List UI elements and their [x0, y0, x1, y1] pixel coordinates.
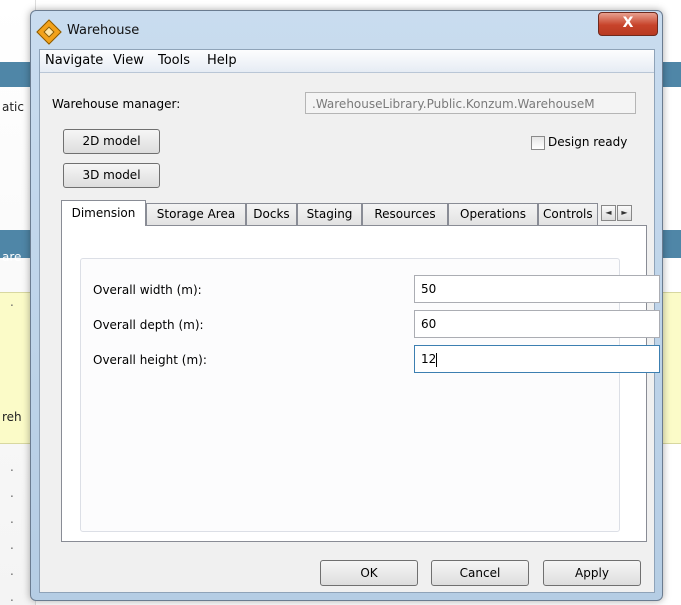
- warehouse-manager-field[interactable]: .WarehouseLibrary.Public.Konzum.Warehous…: [305, 92, 636, 114]
- 2d-model-button[interactable]: 2D model: [63, 129, 160, 154]
- tab-scroll-left-button[interactable]: ◄: [601, 205, 616, 221]
- tab-docks[interactable]: Docks: [246, 203, 297, 225]
- warehouse-app-icon: [36, 19, 62, 45]
- menu-tools[interactable]: Tools: [158, 53, 190, 68]
- dimension-tab-panel: Overall width (m): 50 Overall depth (m):…: [61, 225, 660, 542]
- window-title: Warehouse: [67, 23, 140, 38]
- background-dot: .: [10, 564, 14, 578]
- warehouse-dialog: Warehouse X Navigate View Tools Help War…: [30, 10, 663, 601]
- ok-button[interactable]: OK: [320, 560, 418, 586]
- text-caret: [436, 352, 438, 367]
- tab-controls[interactable]: Controls: [538, 203, 598, 225]
- cancel-button[interactable]: Cancel: [431, 560, 529, 586]
- menu-view[interactable]: View: [113, 53, 144, 68]
- title-bar[interactable]: Warehouse X: [31, 11, 662, 49]
- warehouse-manager-label: Warehouse manager:: [52, 97, 181, 111]
- apply-button[interactable]: Apply: [543, 560, 641, 586]
- tab-operations[interactable]: Operations: [448, 203, 538, 225]
- overall-height-label: Overall height (m):: [93, 353, 207, 367]
- background-text-fragment: atic: [2, 100, 24, 114]
- overall-depth-label: Overall depth (m):: [93, 318, 204, 332]
- design-ready-checkbox[interactable]: [531, 136, 545, 150]
- background-text-fragment: are: [2, 250, 22, 264]
- overall-depth-input[interactable]: 60: [414, 310, 660, 338]
- background-dot: .: [10, 590, 14, 604]
- overall-width-input[interactable]: 50: [414, 275, 660, 303]
- dimension-group-box: Overall width (m): 50 Overall depth (m):…: [80, 258, 660, 532]
- background-dot: .: [10, 460, 14, 474]
- dialog-client-area: Navigate View Tools Help Warehouse manag…: [39, 49, 660, 593]
- background-dot: .: [10, 512, 14, 526]
- menu-bar: Navigate View Tools Help: [40, 50, 654, 73]
- background-dot: .: [10, 538, 14, 552]
- background-dot: .: [10, 295, 14, 309]
- tab-resources[interactable]: Resources: [362, 203, 448, 225]
- tab-storage-area[interactable]: Storage Area: [146, 203, 246, 225]
- menu-navigate[interactable]: Navigate: [45, 53, 103, 68]
- background-dot: .: [10, 486, 14, 500]
- tab-scroll-right-button[interactable]: ►: [617, 205, 632, 221]
- design-ready-label: Design ready: [548, 135, 628, 149]
- overall-width-label: Overall width (m):: [93, 283, 202, 297]
- overall-height-input[interactable]: 12: [414, 345, 660, 373]
- menu-help[interactable]: Help: [207, 53, 237, 68]
- close-button[interactable]: X: [598, 12, 658, 36]
- tab-staging[interactable]: Staging: [297, 203, 362, 225]
- 3d-model-button[interactable]: 3D model: [63, 163, 160, 188]
- tab-dimension[interactable]: Dimension: [61, 200, 146, 226]
- overall-height-value: 12: [421, 352, 437, 366]
- background-text-fragment: reh: [2, 410, 22, 424]
